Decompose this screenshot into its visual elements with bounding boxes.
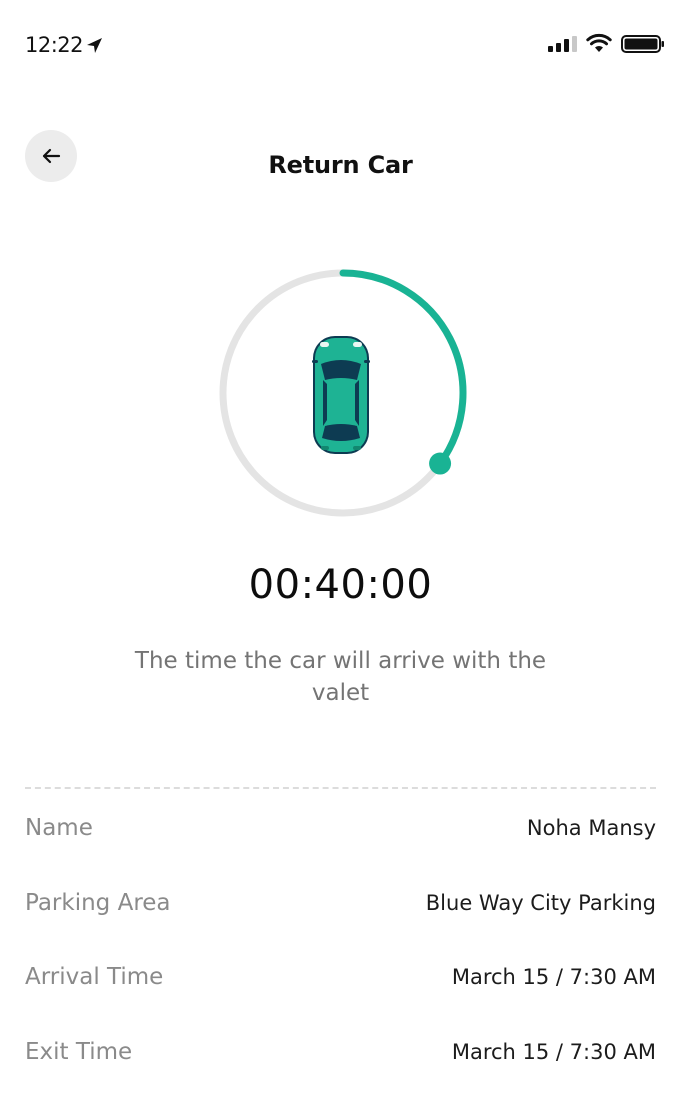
countdown-caption: The time the car will arrive with the va…	[134, 648, 547, 706]
ring-progress-knob	[429, 452, 452, 475]
timer-progress-ring	[218, 268, 468, 518]
signal-icon	[548, 36, 577, 52]
wifi-icon	[586, 33, 612, 52]
page-title: Return Car	[268, 151, 413, 179]
detail-value: March 15 / 7:30 AM	[451, 1040, 656, 1064]
detail-label: Name	[25, 815, 93, 841]
detail-row-parking-area: Parking Area Blue Way City Parking	[25, 890, 656, 930]
detail-value: Noha Mansy	[526, 816, 656, 840]
detail-label: Parking Area	[25, 890, 171, 916]
detail-row-arrival-time: Arrival Time March 15 / 7:30 AM	[25, 964, 656, 1004]
location-arrow-icon	[87, 38, 102, 53]
detail-row-name: Name Noha Mansy	[25, 815, 656, 855]
detail-label: Arrival Time	[25, 964, 164, 990]
detail-value: Blue Way City Parking	[425, 891, 656, 915]
status-bar: 12:22	[0, 0, 681, 90]
countdown-time: 00:40:00	[248, 562, 433, 608]
battery-icon	[621, 35, 664, 53]
detail-row-exit-time: Exit Time March 15 / 7:30 AM	[25, 1039, 656, 1079]
car-top-view-icon	[312, 336, 370, 454]
status-time: 12:22	[25, 33, 84, 57]
detail-value: March 15 / 7:30 AM	[451, 965, 656, 989]
divider	[25, 787, 656, 789]
detail-label: Exit Time	[25, 1039, 133, 1065]
